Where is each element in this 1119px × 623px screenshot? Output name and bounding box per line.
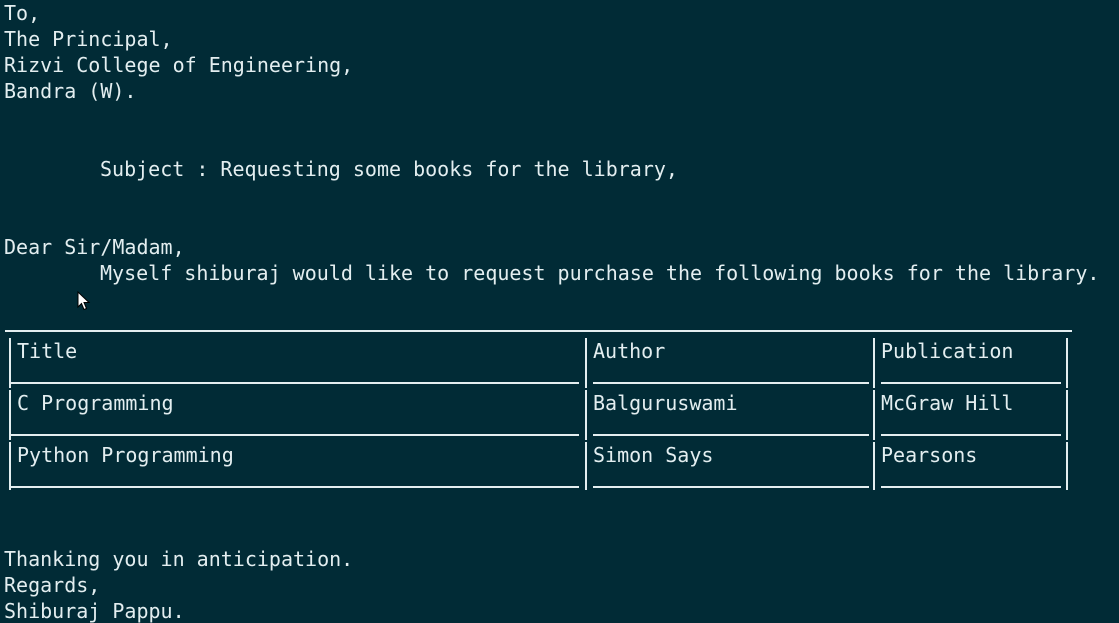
- cell-title: Python Programming: [17, 443, 234, 467]
- letter-subject: Subject : Requesting some books for the …: [100, 157, 678, 181]
- column-separator: [585, 390, 587, 440]
- letter-regards: Regards,: [4, 573, 101, 597]
- table-top-border: [5, 330, 1072, 332]
- table-left-border: [9, 442, 11, 490]
- terminal-window: To, The Principal, Rizvi College of Engi…: [0, 0, 1119, 623]
- header-author: Author: [593, 339, 666, 363]
- cell-title: C Programming: [17, 391, 174, 415]
- row-underline: [11, 486, 579, 488]
- letter-signature: Shiburaj Pappu.: [4, 599, 185, 623]
- letter-salutation: Dear Sir/Madam,: [4, 235, 185, 259]
- row-underline: [593, 486, 869, 488]
- table-right-border: [1066, 390, 1068, 440]
- letter-body: Myself shiburaj would like to request pu…: [100, 261, 1100, 285]
- cell-author: Simon Says: [593, 443, 714, 467]
- letter-recipient: The Principal,: [4, 27, 173, 51]
- mouse-pointer-icon: [77, 291, 91, 311]
- letter-to: To,: [4, 1, 41, 25]
- header-title: Title: [17, 339, 78, 363]
- row-underline: [11, 382, 579, 384]
- row-underline: [593, 434, 869, 436]
- header-publication: Publication: [881, 339, 1014, 363]
- table-right-border: [1066, 442, 1068, 490]
- row-underline: [11, 434, 579, 436]
- column-separator: [585, 442, 587, 490]
- row-underline: [881, 382, 1061, 384]
- column-separator: [873, 338, 875, 388]
- table-left-border: [9, 338, 11, 388]
- row-underline: [881, 486, 1061, 488]
- table-right-border: [1066, 338, 1068, 388]
- letter-location: Bandra (W).: [4, 79, 137, 103]
- cell-publication: Pearsons: [881, 443, 978, 467]
- letter-closing: Thanking you in anticipation.: [4, 547, 354, 571]
- cell-publication: McGraw Hill: [881, 391, 1014, 415]
- letter-college: Rizvi College of Engineering,: [4, 53, 354, 77]
- column-separator: [873, 442, 875, 490]
- table-left-border: [9, 390, 11, 440]
- row-underline: [881, 434, 1061, 436]
- column-separator: [873, 390, 875, 440]
- cell-author: Balguruswami: [593, 391, 738, 415]
- row-underline: [593, 382, 869, 384]
- column-separator: [585, 338, 587, 388]
